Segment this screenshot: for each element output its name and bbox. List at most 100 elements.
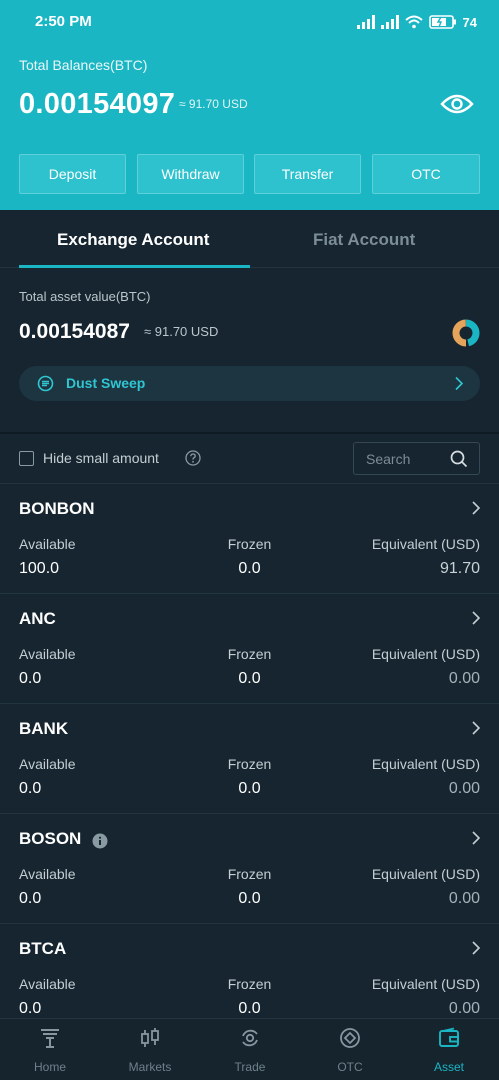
coin-name: BOSON bbox=[19, 829, 82, 848]
transfer-button[interactable]: Transfer bbox=[254, 154, 361, 194]
eye-icon[interactable] bbox=[440, 92, 474, 116]
info-icon[interactable] bbox=[92, 833, 108, 849]
filter-bar: Hide small amount Search bbox=[0, 434, 499, 484]
asset-row-anc[interactable]: ANC Available Frozen Equivalent (USD) 0.… bbox=[0, 594, 499, 704]
total-asset-usd: ≈ 91.70 USD bbox=[144, 324, 219, 339]
available-label: Available bbox=[19, 976, 76, 992]
nav-trade-label: Trade bbox=[234, 1060, 266, 1074]
equivalent-value: 0.00 bbox=[448, 1000, 480, 1017]
equivalent-label: Equivalent (USD) bbox=[371, 646, 480, 662]
total-asset-label: Total asset value(BTC) bbox=[19, 289, 151, 304]
frozen-value: 0.0 bbox=[238, 780, 261, 797]
action-buttons: Deposit Withdraw Transfer OTC bbox=[19, 154, 480, 194]
available-value: 0.0 bbox=[19, 670, 42, 687]
coin-name: BANK bbox=[19, 719, 69, 738]
frozen-label: Frozen bbox=[227, 646, 272, 662]
chevron-right-icon bbox=[472, 611, 481, 625]
total-balances-label: Total Balances(BTC) bbox=[19, 57, 148, 73]
equivalent-label: Equivalent (USD) bbox=[371, 756, 480, 772]
balance-header: 2:50 PM 74 Total Balances(BTC) 0.0015409… bbox=[0, 0, 499, 210]
equivalent-label: Equivalent (USD) bbox=[371, 866, 480, 882]
help-icon[interactable] bbox=[185, 450, 201, 466]
broom-icon bbox=[37, 375, 54, 392]
nav-asset[interactable]: Asset bbox=[399, 1019, 499, 1080]
account-tabs: Exchange Account Fiat Account bbox=[0, 210, 499, 268]
asset-row-btca[interactable]: BTCA Available Frozen Equivalent (USD) 0… bbox=[0, 924, 499, 1018]
wifi-icon bbox=[404, 15, 423, 29]
nav-home[interactable]: Home bbox=[0, 1019, 100, 1080]
asset-row-bank[interactable]: BANK Available Frozen Equivalent (USD) 0… bbox=[0, 704, 499, 814]
dust-sweep-label: Dust Sweep bbox=[66, 375, 146, 391]
donut-chart-icon[interactable] bbox=[451, 318, 481, 348]
chevron-right-icon bbox=[472, 831, 481, 845]
nav-otc-label: OTC bbox=[337, 1060, 363, 1074]
frozen-value: 0.0 bbox=[238, 560, 261, 577]
deposit-button[interactable]: Deposit bbox=[19, 154, 126, 194]
status-icons: 74 bbox=[356, 13, 477, 31]
asset-row-bonbon[interactable]: BONBON Available Frozen Equivalent (USD)… bbox=[0, 484, 499, 594]
frozen-value: 0.0 bbox=[238, 670, 261, 687]
home-icon bbox=[41, 1029, 59, 1048]
available-value: 100.0 bbox=[19, 560, 60, 577]
frozen-label: Frozen bbox=[227, 536, 272, 552]
nav-home-label: Home bbox=[33, 1060, 66, 1074]
equivalent-value: 0.00 bbox=[448, 890, 480, 907]
tab-exchange-account[interactable]: Exchange Account bbox=[57, 230, 209, 250]
nav-trade[interactable]: Trade bbox=[200, 1019, 300, 1080]
equivalent-label: Equivalent (USD) bbox=[371, 536, 480, 552]
otc-icon bbox=[340, 1028, 360, 1048]
search-placeholder: Search bbox=[366, 451, 411, 467]
coin-name: BONBON bbox=[19, 499, 95, 518]
available-label: Available bbox=[19, 756, 76, 772]
equivalent-value: 0.00 bbox=[448, 780, 480, 797]
battery-icon bbox=[428, 15, 456, 29]
otc-button[interactable]: OTC bbox=[372, 154, 480, 194]
hide-small-label[interactable]: Hide small amount bbox=[43, 450, 159, 466]
status-time: 2:50 PM bbox=[35, 13, 92, 30]
available-label: Available bbox=[19, 646, 76, 662]
available-value: 0.0 bbox=[19, 890, 42, 907]
chevron-right-icon bbox=[472, 501, 481, 515]
available-label: Available bbox=[19, 866, 76, 882]
available-value: 0.0 bbox=[19, 1000, 42, 1017]
frozen-label: Frozen bbox=[227, 756, 272, 772]
asset-summary: Total asset value(BTC) 0.00154087 ≈ 91.7… bbox=[0, 268, 499, 432]
frozen-value: 0.0 bbox=[238, 890, 261, 907]
trade-icon bbox=[242, 1029, 258, 1047]
coin-name: BTCA bbox=[19, 939, 67, 958]
withdraw-button[interactable]: Withdraw bbox=[137, 154, 244, 194]
equivalent-value: 91.70 bbox=[439, 560, 480, 577]
bottom-nav: Home Markets Trade OTC Asset bbox=[0, 1018, 499, 1080]
available-value: 0.0 bbox=[19, 780, 42, 797]
available-label: Available bbox=[19, 536, 76, 552]
frozen-label: Frozen bbox=[227, 866, 272, 882]
nav-otc[interactable]: OTC bbox=[300, 1019, 400, 1080]
coin-name: ANC bbox=[19, 609, 56, 628]
equivalent-label: Equivalent (USD) bbox=[371, 976, 480, 992]
dust-sweep-button[interactable]: Dust Sweep bbox=[19, 366, 480, 401]
status-bar: 2:50 PM 74 bbox=[0, 0, 499, 44]
chevron-right-icon bbox=[472, 721, 481, 735]
search-input[interactable]: Search bbox=[353, 442, 480, 475]
equivalent-value: 0.00 bbox=[448, 670, 480, 687]
nav-asset-label: Asset bbox=[433, 1060, 464, 1074]
frozen-value: 0.0 bbox=[238, 1000, 261, 1017]
total-balances-value: 0.00154097 bbox=[19, 88, 176, 120]
asset-row-boson[interactable]: BOSON Available Frozen Equivalent (USD) … bbox=[0, 814, 499, 924]
total-balances-usd: ≈ 91.70 USD bbox=[179, 97, 248, 111]
signal-icon bbox=[356, 15, 375, 29]
frozen-label: Frozen bbox=[227, 976, 272, 992]
candlestick-icon bbox=[141, 1028, 159, 1047]
nav-markets[interactable]: Markets bbox=[100, 1019, 200, 1080]
total-asset-value: 0.00154087 bbox=[19, 320, 130, 343]
tab-fiat-account[interactable]: Fiat Account bbox=[313, 230, 415, 250]
nav-markets-label: Markets bbox=[128, 1060, 172, 1074]
wallet-icon bbox=[439, 1027, 459, 1047]
battery-percent: 74 bbox=[462, 14, 477, 30]
signal-icon-2 bbox=[380, 15, 399, 29]
hide-small-checkbox[interactable] bbox=[19, 451, 34, 466]
search-icon bbox=[450, 450, 468, 468]
chevron-right-icon bbox=[472, 941, 481, 955]
chevron-right-icon bbox=[455, 376, 464, 391]
asset-list: BONBON Available Frozen Equivalent (USD)… bbox=[0, 484, 499, 1018]
